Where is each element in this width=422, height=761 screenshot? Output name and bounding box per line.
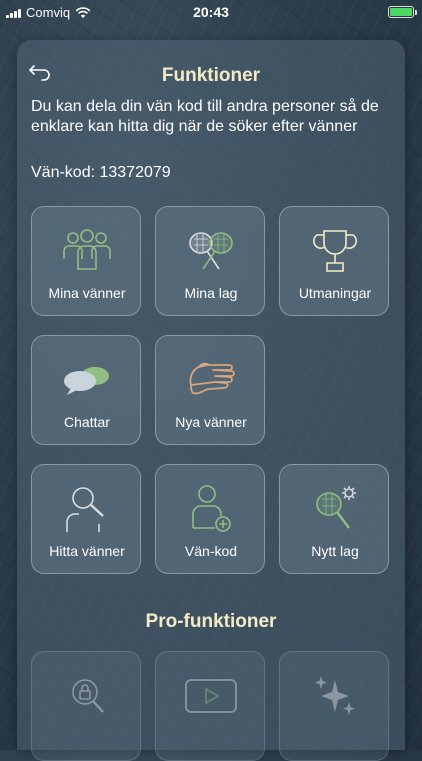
tile-label: Utmaningar [298,285,372,301]
page-title: Funktioner [161,65,261,86]
friends-group-icon [63,229,111,270]
chat-bubbles-icon [64,367,109,395]
tile-label: Vän-kod [184,543,238,559]
tile-van-kod[interactable]: Vän-kod [155,464,265,574]
battery-icon [388,6,417,18]
search-lock-icon [72,679,104,713]
tile-label: Nya vänner [175,414,247,430]
tile-label: Chattar [64,414,110,430]
pro-section-title: Pro-funktioner [145,611,277,632]
tile-chattar[interactable]: Chattar [31,335,141,445]
tile-hitta-vanner[interactable]: Hitta vänner [31,464,141,574]
pro-tile-sparkles[interactable] [279,651,389,761]
tile-utmaningar[interactable]: Utmaningar [279,206,389,316]
tile-label: Nytt lag [311,543,359,559]
status-time: 20:43 [193,4,229,20]
tile-label: Hitta vänner [49,543,125,559]
tile-nya-vanner[interactable]: Nya vänner [155,335,265,445]
tile-mina-vanner[interactable]: Mina vänner [31,206,141,316]
search-person-icon [66,487,104,532]
tile-label: Mina vänner [48,285,126,301]
functions-panel: Funktioner Du kan dela din vän kod till … [17,40,405,761]
tile-label: Mina lag [184,285,238,301]
pro-tile-search-lock[interactable] [31,651,141,761]
trophy-icon [313,230,357,272]
add-person-icon [192,485,231,532]
tile-mina-lag[interactable]: Mina lag [155,206,265,316]
pro-tile-video[interactable] [155,651,265,761]
sparkles-icon [315,676,355,715]
tennis-rackets-icon [189,232,233,270]
video-play-icon [185,679,237,713]
status-bar: Comviq 20:43 [0,0,422,24]
friend-code-value: Vän-kod: 13372079 [31,164,171,181]
racket-settings-icon [316,486,356,529]
friend-code-description: Du kan dela din vän kod till andra perso… [31,98,379,135]
tile-nytt-lag[interactable]: Nytt lag [279,464,389,574]
wave-hand-icon [189,362,235,395]
